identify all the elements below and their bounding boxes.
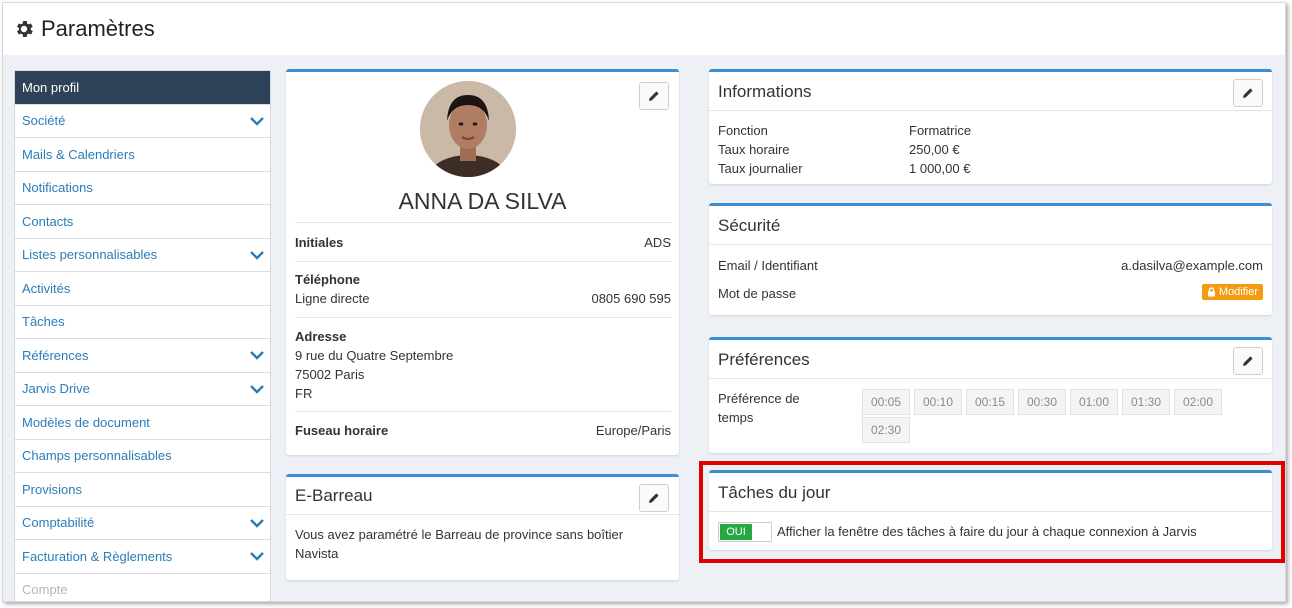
sidebar-item-comptabilite[interactable]: Comptabilité bbox=[15, 507, 270, 540]
time-option-0100[interactable]: 01:00 bbox=[1070, 389, 1118, 415]
sidebar-item-mon-profil[interactable]: Mon profil bbox=[15, 71, 270, 105]
ebarreau-panel: E-Barreau Vous avez paramétré le Barreau… bbox=[286, 474, 679, 580]
modify-password-button[interactable]: Modifier bbox=[1201, 284, 1263, 300]
timezone-row: Fuseau horaire Europe/Paris bbox=[295, 423, 671, 438]
edit-profile-button[interactable] bbox=[639, 82, 669, 110]
ebarreau-text-line1: Vous avez paramétré le Barreau de provin… bbox=[295, 527, 624, 542]
highlight-box bbox=[699, 461, 1285, 563]
time-option-0030[interactable]: 00:30 bbox=[1018, 389, 1066, 415]
time-option-0015[interactable]: 00:15 bbox=[966, 389, 1014, 415]
ebarreau-text-line2: Navista bbox=[295, 546, 339, 561]
sidebar-item-notifications[interactable]: Notifications bbox=[15, 172, 270, 205]
securite-panel: Sécurité Email / Identifiant a.dasilva@e… bbox=[709, 203, 1272, 315]
sidebar-item-contacts[interactable]: Contacts bbox=[15, 205, 270, 239]
informations-title: Informations bbox=[718, 82, 812, 101]
edit-ebarreau-button[interactable] bbox=[639, 484, 669, 512]
address-line3: FR bbox=[295, 386, 313, 401]
edit-preferences-button[interactable] bbox=[1233, 347, 1263, 375]
sidebar-item-provisions[interactable]: Provisions bbox=[15, 473, 270, 507]
profile-panel: ANNA DA SILVA Initiales ADS Téléphone Li… bbox=[286, 69, 679, 455]
sidebar-item-facturation-reglements[interactable]: Facturation & Règlements bbox=[15, 540, 270, 574]
gear-icon bbox=[17, 21, 33, 37]
chevron-down-icon bbox=[250, 351, 264, 360]
phone-direct-row: Ligne directe 0805 690 595 bbox=[295, 291, 671, 306]
email-label: Email / Identifiant bbox=[718, 258, 818, 273]
password-label: Mot de passe bbox=[718, 286, 797, 301]
profile-name: ANNA DA SILVA bbox=[398, 188, 567, 214]
pencil-icon bbox=[649, 91, 659, 101]
sidebar-item-modeles-document[interactable]: Modèles de document bbox=[15, 406, 270, 440]
email-value: a.dasilva@example.com bbox=[1121, 258, 1263, 273]
page-header: Paramètres bbox=[3, 3, 1285, 55]
chevron-down-icon bbox=[250, 116, 264, 126]
sidebar-item-champs-personnalisables[interactable]: Champs personnalisables bbox=[15, 440, 270, 473]
chevron-down-icon bbox=[250, 250, 264, 260]
address-line1: 9 rue du Quatre Septembre bbox=[295, 348, 454, 363]
securite-title: Sécurité bbox=[718, 216, 781, 235]
page-title: Paramètres bbox=[41, 16, 155, 41]
chevron-down-icon bbox=[250, 518, 264, 528]
pref-time-label-line2: temps bbox=[718, 410, 754, 425]
phone-row: Téléphone bbox=[295, 272, 361, 287]
time-option-0130[interactable]: 01:30 bbox=[1122, 389, 1170, 415]
time-option-0200[interactable]: 02:00 bbox=[1174, 389, 1222, 415]
sidebar-item-compte[interactable]: Compte bbox=[15, 574, 270, 602]
informations-panel: Informations Fonction Formatrice Taux ho… bbox=[709, 69, 1272, 184]
pencil-icon bbox=[649, 493, 659, 503]
time-option-0005[interactable]: 00:05 bbox=[862, 389, 910, 415]
pencil-icon bbox=[1243, 88, 1253, 98]
page-frame: Paramètres Mon profil Société Mails & Ca… bbox=[2, 2, 1286, 602]
address-line2: 75002 Paris bbox=[295, 367, 365, 382]
address-row: Adresse bbox=[295, 329, 347, 344]
sidebar-item-listes-personnalisables[interactable]: Listes personnalisables bbox=[15, 239, 270, 272]
sidebar-item-jarvis-drive[interactable]: Jarvis Drive bbox=[15, 373, 270, 406]
initials-row: Initiales ADS bbox=[295, 235, 671, 250]
preferences-panel: Préférences Préférence de temps 00:05 00… bbox=[709, 337, 1272, 453]
pencil-icon bbox=[1243, 356, 1253, 366]
initials-value: ADS bbox=[644, 235, 671, 250]
ebarreau-title: E-Barreau bbox=[295, 486, 373, 505]
info-value-taux-journalier: 1 000,00 € bbox=[909, 161, 971, 176]
settings-sidebar: Mon profil Société Mails & Calendriers N… bbox=[14, 70, 271, 602]
time-option-0230[interactable]: 02:30 bbox=[862, 417, 910, 443]
lock-icon bbox=[1207, 287, 1215, 297]
sidebar-item-activites[interactable]: Activités bbox=[15, 272, 270, 306]
sidebar-item-taches[interactable]: Tâches bbox=[15, 306, 270, 339]
info-label-taux-horaire: Taux horaire bbox=[718, 142, 790, 157]
preferences-title: Préférences bbox=[718, 350, 810, 369]
avatar bbox=[420, 81, 516, 177]
info-label-fonction: Fonction bbox=[718, 123, 768, 138]
time-option-0010[interactable]: 00:10 bbox=[914, 389, 962, 415]
timezone-value: Europe/Paris bbox=[595, 423, 671, 438]
edit-informations-button[interactable] bbox=[1233, 79, 1263, 107]
info-value-taux-horaire: 250,00 € bbox=[909, 142, 960, 157]
chevron-down-icon bbox=[250, 384, 264, 394]
sidebar-item-mails-calendriers[interactable]: Mails & Calendriers bbox=[15, 138, 270, 172]
pref-time-label-line1: Préférence de bbox=[718, 391, 800, 406]
phone-value: 0805 690 595 bbox=[591, 291, 671, 306]
info-value-fonction: Formatrice bbox=[909, 123, 972, 138]
info-label-taux-journalier: Taux journalier bbox=[718, 161, 803, 176]
sidebar-item-references[interactable]: Références bbox=[15, 339, 270, 373]
portrait-image bbox=[420, 81, 516, 177]
chevron-down-icon bbox=[250, 552, 264, 561]
sidebar-item-societe[interactable]: Société bbox=[15, 105, 270, 138]
